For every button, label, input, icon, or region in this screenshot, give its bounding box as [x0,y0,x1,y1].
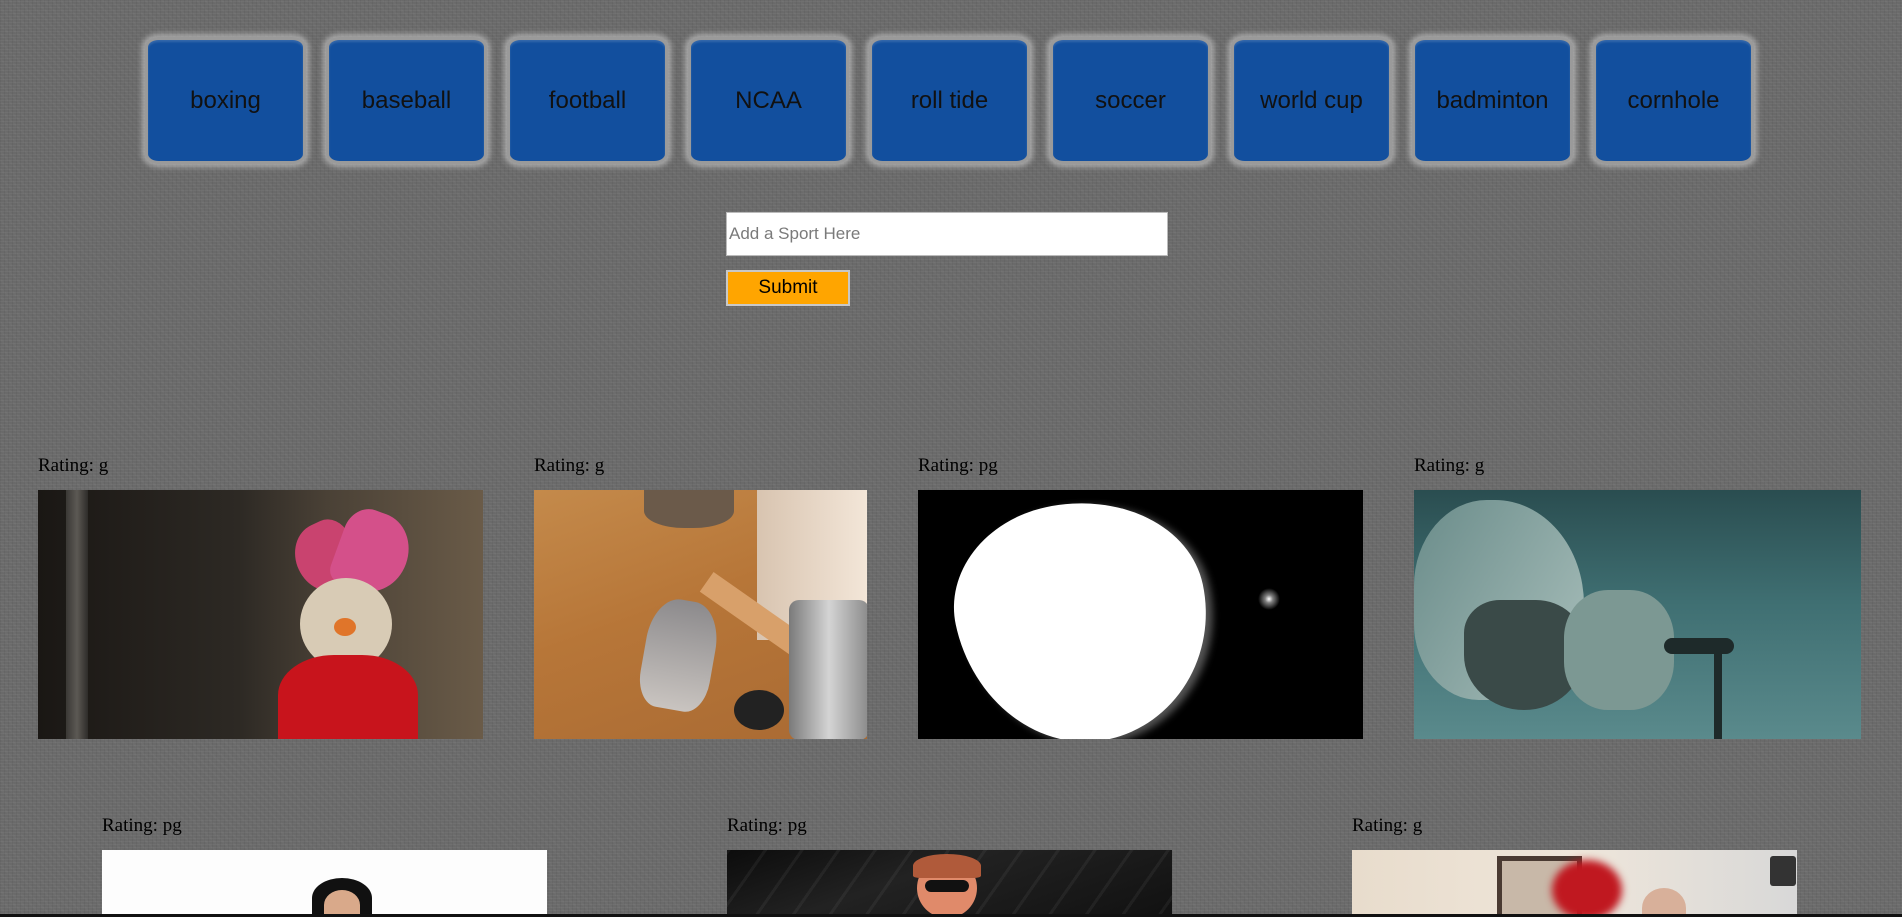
gif-rating: Rating: g [1352,815,1423,836]
gif-card: Rating: pg [918,456,1363,739]
gif-image-jester-puppet[interactable] [38,490,483,739]
gif-rating: Rating: g [534,455,605,476]
sport-button-boxing[interactable]: boxing [145,37,306,164]
gif-rating: Rating: g [1414,455,1485,476]
sport-button-football[interactable]: football [507,37,668,164]
gif-rating: Rating: pg [918,455,998,476]
sport-button-soccer[interactable]: soccer [1050,37,1211,164]
gif-card: Rating: g [38,456,483,739]
gif-rating: Rating: pg [102,815,182,836]
sport-button-roll-tide[interactable]: roll tide [869,37,1030,164]
gif-image-football[interactable] [918,490,1363,739]
gif-card: Rating: g [534,456,867,739]
sport-button-bar: boxing baseball football NCAA roll tide … [145,37,1754,164]
gif-image-singer[interactable] [1414,490,1861,739]
submit-button[interactable]: Submit [726,270,850,306]
gif-image-kitten[interactable] [534,490,867,739]
gif-image-woman[interactable] [102,850,547,917]
gif-card: Rating: pg [727,816,1172,917]
gif-card: Rating: g [1414,456,1861,739]
gif-card: Rating: pg [102,816,547,917]
sport-button-badminton[interactable]: badminton [1412,37,1573,164]
sport-button-world-cup[interactable]: world cup [1231,37,1392,164]
add-sport-input[interactable] [726,212,1168,256]
gif-image-man[interactable] [1352,850,1797,917]
gif-rating: Rating: pg [727,815,807,836]
gif-card: Rating: g [1352,816,1797,917]
sport-button-cornhole[interactable]: cornhole [1593,37,1754,164]
gif-rating: Rating: g [38,455,109,476]
sport-button-ncaa[interactable]: NCAA [688,37,849,164]
sport-button-baseball[interactable]: baseball [326,37,487,164]
gif-image-dj[interactable] [727,850,1172,917]
